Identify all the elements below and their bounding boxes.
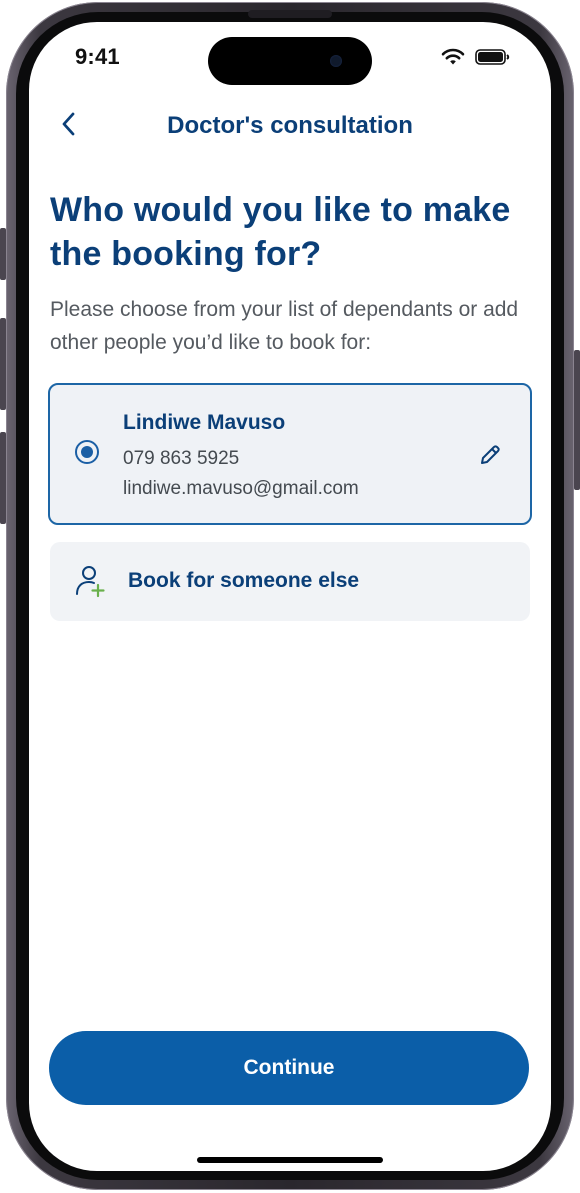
status-icons xyxy=(441,48,511,71)
continue-button[interactable]: Continue xyxy=(49,1031,529,1105)
dependant-card-selected[interactable]: Lindiwe Mavuso 079 863 5925 lindiwe.mavu… xyxy=(48,383,532,525)
side-button-volume-up xyxy=(0,318,6,410)
book-for-someone-else-button[interactable]: Book for someone else xyxy=(50,542,530,621)
status-time: 9:41 xyxy=(75,44,120,69)
dependant-email: lindiwe.mavuso@gmail.com xyxy=(123,478,359,499)
side-button-mute xyxy=(0,228,6,280)
book-for-someone-else-label: Book for someone else xyxy=(128,569,360,592)
radio-dot xyxy=(81,446,93,458)
radio-button-selected[interactable] xyxy=(75,440,99,464)
edit-dependant-button[interactable] xyxy=(476,441,504,469)
page-title: Doctor's consultation xyxy=(167,112,413,139)
booking-heading: Who would you like to make the booking f… xyxy=(50,191,511,273)
speaker-grille xyxy=(248,10,332,18)
screen: 9:41 Doctor's consultation Who would you… xyxy=(29,22,551,1171)
add-person-icon xyxy=(76,566,105,598)
wifi-icon xyxy=(441,48,465,71)
home-indicator[interactable] xyxy=(197,1157,383,1163)
dependant-name: Lindiwe Mavuso xyxy=(123,411,286,434)
dynamic-island xyxy=(208,37,372,85)
pencil-icon xyxy=(481,445,500,464)
booking-subtext: Please choose from your list of dependan… xyxy=(50,298,519,354)
side-button-power xyxy=(574,350,580,490)
camera-icon xyxy=(330,55,342,67)
battery-icon xyxy=(475,48,511,71)
side-button-volume-down xyxy=(0,432,6,524)
dependant-phone: 079 863 5925 xyxy=(123,448,240,469)
